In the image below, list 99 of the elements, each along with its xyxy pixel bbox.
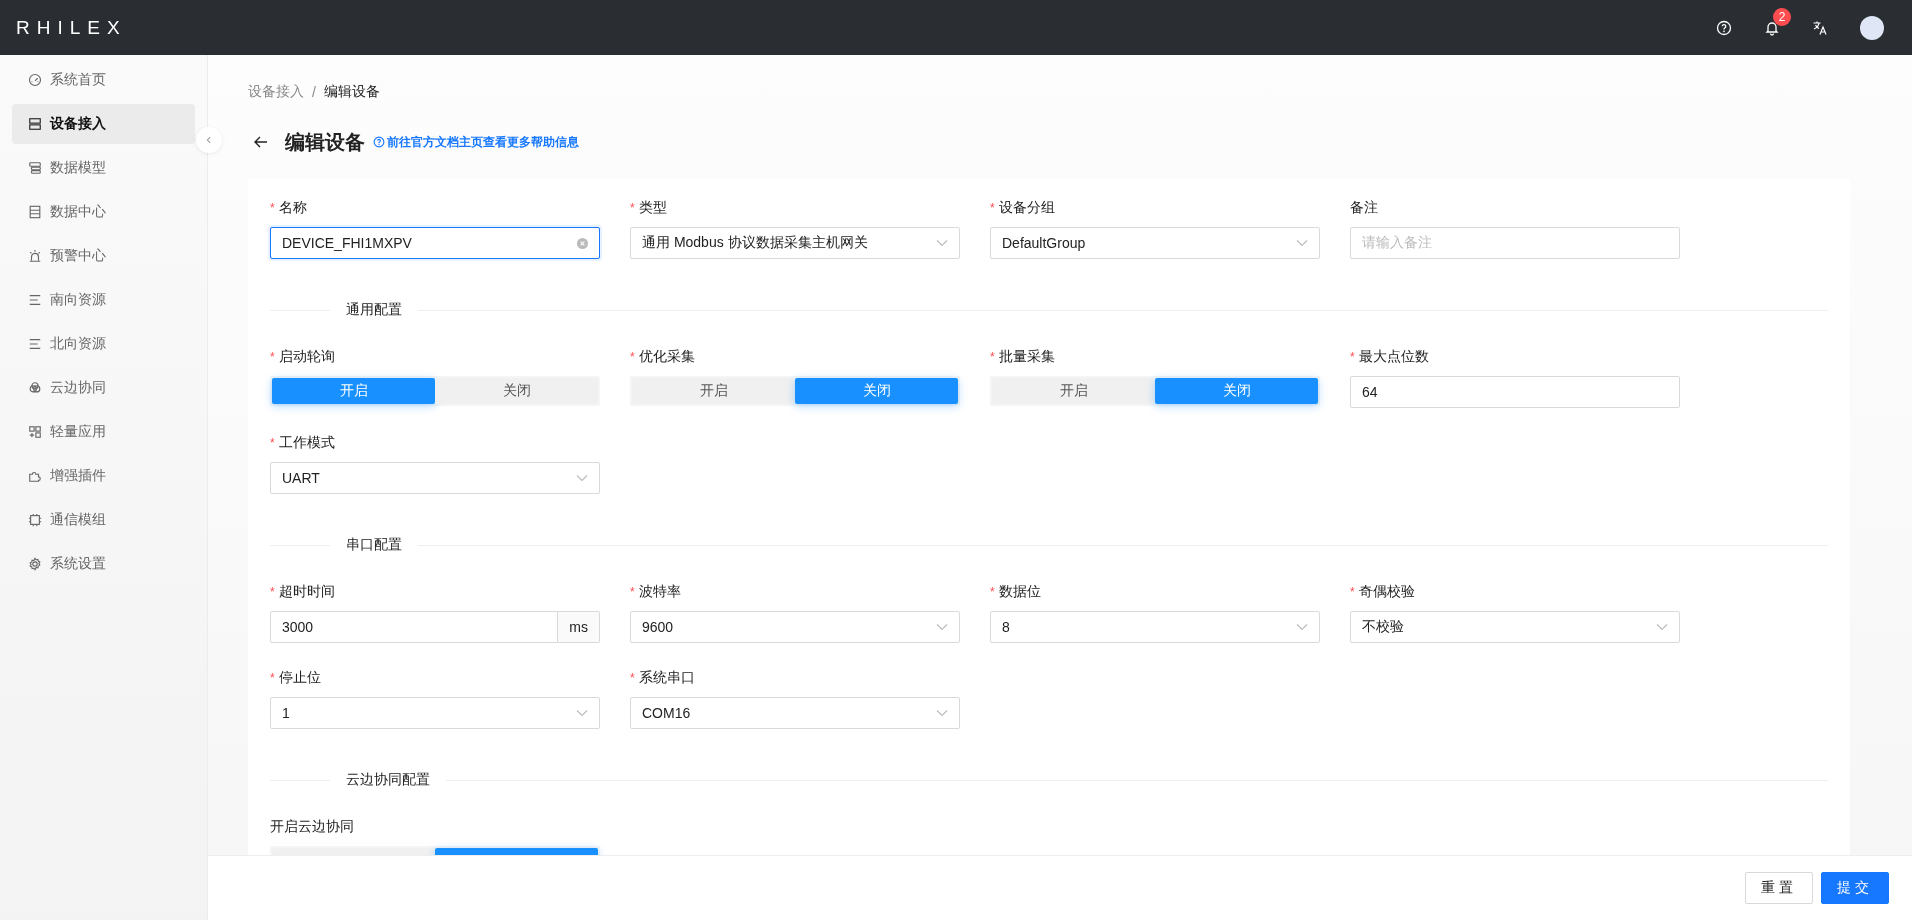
sidebar-item[interactable]: 系统设置 — [12, 544, 195, 584]
server-icon — [28, 117, 42, 131]
field-label: 设备分组 — [998, 199, 1055, 217]
help-icon — [373, 136, 385, 148]
sidebar-item[interactable]: 预警中心 — [12, 236, 195, 276]
chevron-down-icon — [936, 623, 948, 631]
segment-option[interactable]: 开启 — [632, 378, 795, 404]
layers-icon — [28, 161, 42, 175]
field-label: 备注 — [1350, 199, 1378, 217]
field-label: 数据位 — [998, 583, 1041, 601]
select-field[interactable]: 1 — [270, 697, 600, 729]
required-mark: * — [270, 671, 275, 685]
field-label: 工作模式 — [278, 434, 335, 452]
segment-option[interactable]: 关闭 — [1155, 378, 1318, 404]
notification-badge: 2 — [1773, 7, 1791, 26]
field-label: 启动轮询 — [278, 348, 335, 366]
select-field[interactable]: 8 — [990, 611, 1320, 643]
gauge-icon — [28, 73, 42, 87]
required-mark: * — [270, 350, 275, 364]
sidebar-item[interactable]: 云边协同 — [12, 368, 195, 408]
segment-option[interactable]: 关闭 — [795, 378, 958, 404]
sidebar-item[interactable]: 设备接入 — [12, 104, 195, 144]
sidebar-item[interactable]: 通信模组 — [12, 500, 195, 540]
chevron-down-icon — [1296, 239, 1308, 247]
breadcrumb-separator: / — [312, 84, 316, 100]
sidebar-item[interactable]: 系统首页 — [12, 60, 195, 100]
grid-icon — [28, 425, 42, 439]
select-field[interactable]: 9600 — [630, 611, 960, 643]
chip-icon — [28, 513, 42, 527]
puzzle-icon — [28, 469, 42, 483]
database-icon — [28, 205, 42, 219]
required-mark: * — [990, 585, 995, 599]
field-label: 类型 — [638, 199, 667, 217]
bell-icon[interactable] — [1764, 19, 1780, 36]
unit-suffix: ms — [558, 611, 600, 643]
segment-option[interactable]: 开启 — [992, 378, 1155, 404]
required-mark: * — [1350, 350, 1355, 364]
cloud-icon — [28, 381, 42, 395]
field-label: 奇偶校验 — [1358, 583, 1415, 601]
alarm-icon — [28, 249, 42, 263]
breadcrumb-item[interactable]: 设备接入 — [248, 83, 304, 101]
breadcrumb-item: 编辑设备 — [323, 83, 380, 101]
field-label: 超时时间 — [278, 583, 335, 601]
field-label: 波特率 — [638, 583, 681, 601]
field-label: 优化采集 — [638, 348, 695, 366]
list-icon — [28, 293, 42, 307]
select-field[interactable]: DefaultGroup — [990, 227, 1320, 259]
field-label: 名称 — [278, 199, 307, 217]
sidebar-item[interactable]: 数据中心 — [12, 192, 195, 232]
input-field[interactable]: DEVICE_FHI1MXPV — [270, 227, 600, 259]
help-link[interactable]: 前往官方文档主页查看更多帮助信息 — [373, 133, 579, 151]
chevron-down-icon — [1656, 623, 1668, 631]
chevron-down-icon — [576, 474, 588, 482]
field-label: 最大点位数 — [1358, 348, 1429, 366]
help-icon[interactable] — [1716, 19, 1732, 36]
required-mark: * — [630, 350, 635, 364]
required-mark: * — [270, 585, 275, 599]
required-mark: * — [990, 201, 995, 215]
section-title: 云边协同配置 — [346, 771, 430, 789]
logo: RHILEX — [16, 16, 127, 39]
required-mark: * — [990, 350, 995, 364]
page-title: 编辑设备 — [285, 129, 365, 155]
input-field[interactable]: 64 — [1350, 376, 1680, 408]
translate-icon[interactable] — [1812, 19, 1828, 36]
sidebar-item[interactable]: 南向资源 — [12, 280, 195, 320]
select-field[interactable]: 不校验 — [1350, 611, 1680, 643]
select-field[interactable]: UART — [270, 462, 600, 494]
required-mark: * — [630, 585, 635, 599]
field-label: 开启云边协同 — [270, 818, 354, 836]
input-field[interactable]: 3000 — [270, 611, 559, 643]
select-field[interactable]: COM16 — [630, 697, 960, 729]
submit-button[interactable]: 提交 — [1821, 872, 1889, 904]
required-mark: * — [1350, 585, 1355, 599]
field-label: 停止位 — [278, 669, 321, 687]
back-arrow-icon[interactable] — [253, 134, 269, 150]
field-label: 系统串口 — [638, 669, 695, 687]
avatar-icon[interactable] — [1860, 15, 1884, 40]
field-label: 批量采集 — [998, 348, 1055, 366]
segment-option[interactable]: 关闭 — [435, 378, 598, 404]
select-field[interactable]: 通用 Modbus 协议数据采集主机网关 — [630, 227, 960, 259]
chevron-down-icon — [936, 709, 948, 717]
required-mark: * — [630, 671, 635, 685]
section-title: 串口配置 — [346, 536, 402, 554]
sidebar-item[interactable]: 数据模型 — [12, 148, 195, 188]
section-title: 通用配置 — [346, 301, 402, 319]
sidebar-item[interactable]: 增强插件 — [12, 456, 195, 496]
chevron-left-icon — [205, 136, 213, 144]
reset-button[interactable]: 重置 — [1745, 872, 1813, 904]
settings-icon — [28, 557, 42, 571]
sidebar-item[interactable]: 北向资源 — [12, 324, 195, 364]
required-mark: * — [270, 436, 275, 450]
sidebar-item[interactable]: 轻量应用 — [12, 412, 195, 452]
chevron-down-icon — [576, 709, 588, 717]
chevron-down-icon — [1296, 623, 1308, 631]
segment-option[interactable]: 开启 — [272, 378, 435, 404]
list-icon — [28, 337, 42, 351]
required-mark: * — [630, 201, 635, 215]
required-mark: * — [270, 201, 275, 215]
chevron-down-icon — [936, 239, 948, 247]
